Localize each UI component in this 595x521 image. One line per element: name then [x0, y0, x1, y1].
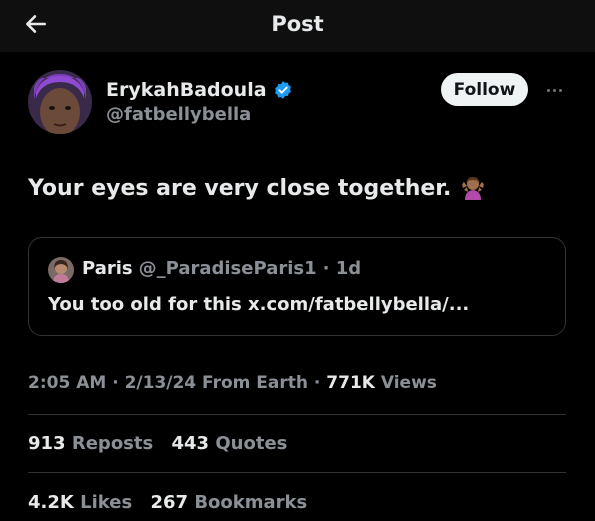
- engagement-row-2: 4.2K Likes 267 Bookmarks: [28, 492, 319, 513]
- quoted-text: You too old for this x.com/fatbellybella…: [48, 294, 470, 315]
- tweet-body: Your eyes are very close together.: [28, 175, 452, 201]
- follow-button[interactable]: Follow: [441, 73, 528, 106]
- quotes-label: Quotes: [215, 433, 288, 454]
- reposts-count: 913: [28, 433, 66, 454]
- quoted-timestamp: · 1d: [322, 258, 362, 279]
- reposts-label: Reposts: [71, 433, 154, 454]
- bookmarks-label: Bookmarks: [194, 492, 308, 513]
- quoted-author-name[interactable]: Paris: [82, 258, 133, 279]
- author-handle[interactable]: @fatbellybella: [106, 104, 251, 125]
- quoted-author-handle[interactable]: @_ParadiseParis1: [139, 258, 317, 279]
- post-time: 2:05 AM: [28, 373, 107, 393]
- page-title: Post: [271, 12, 324, 36]
- views-count[interactable]: 771K: [326, 373, 375, 393]
- more-horizontal-icon: [546, 88, 550, 92]
- quoted-header: Paris @_ParadiseParis1 · 1d: [82, 258, 361, 279]
- likes-label: Likes: [80, 492, 133, 513]
- bookmarks-count: 267: [150, 492, 189, 513]
- author-avatar[interactable]: [28, 70, 92, 134]
- divider: [28, 472, 566, 473]
- bookmarks-stat[interactable]: 267 Bookmarks: [150, 492, 307, 513]
- likes-stat[interactable]: 4.2K Likes: [28, 492, 132, 513]
- post-date: · 2/13/24 From Earth ·: [112, 373, 321, 393]
- quoted-tweet-card[interactable]: Paris @_ParadiseParis1 · 1d You too old …: [28, 237, 566, 336]
- author-name-row[interactable]: ErykahBadoula: [106, 76, 293, 104]
- quoted-author-avatar[interactable]: [48, 257, 74, 283]
- divider: [28, 414, 566, 415]
- reposts-stat[interactable]: 913 Reposts: [28, 433, 153, 454]
- verified-badge-icon: [274, 81, 291, 99]
- tweet-text: Your eyes are very close together.: [28, 174, 487, 202]
- avatar-image: [28, 70, 92, 134]
- shrug-emoji-icon: [462, 177, 485, 200]
- author-display-name[interactable]: ErykahBadoula: [106, 79, 267, 101]
- likes-count: 4.2K: [28, 492, 74, 513]
- more-dot: [558, 88, 562, 92]
- engagement-row-1: 913 Reposts 443 Quotes: [28, 433, 299, 454]
- views-label[interactable]: Views: [381, 373, 437, 393]
- more-options-button[interactable]: [542, 80, 566, 100]
- quotes-count: 443: [171, 433, 210, 454]
- top-bar: Post: [0, 0, 595, 52]
- quotes-stat[interactable]: 443 Quotes: [172, 433, 288, 454]
- post-metadata: 2:05 AM · 2/13/24 From Earth · 771K View…: [28, 373, 437, 393]
- more-dot: [552, 88, 556, 92]
- avatar-image: [48, 257, 74, 283]
